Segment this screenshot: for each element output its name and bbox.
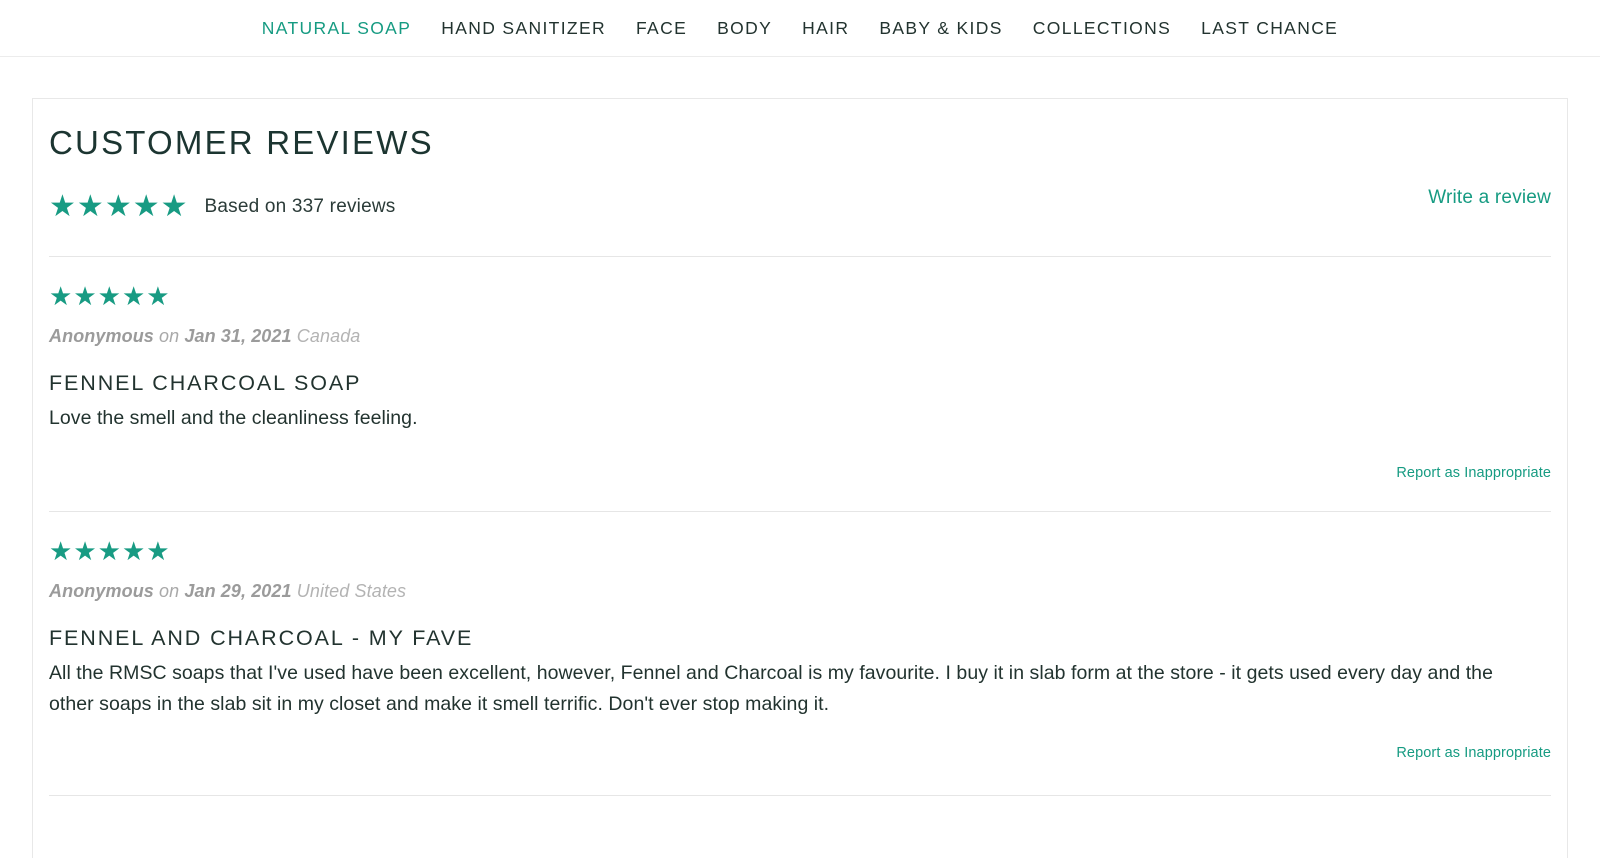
primary-navigation: NATURAL SOAP HAND SANITIZER FACE BODY HA…: [0, 0, 1600, 57]
review-star-rating: ★ ★ ★ ★ ★: [49, 512, 171, 564]
review-item: ★ ★ ★ ★ ★ Anonymous on Jan 31, 2021 Cana…: [33, 257, 1567, 511]
nav-item-body[interactable]: BODY: [717, 18, 772, 39]
review-location: Canada: [296, 326, 361, 347]
star-icon: ★: [73, 281, 98, 312]
star-icon: ★: [97, 536, 122, 567]
review-body: Love the smell and the cleanliness feeli…: [49, 407, 418, 430]
review-star-rating: ★ ★ ★ ★ ★: [49, 257, 171, 309]
star-icon: ★: [160, 190, 189, 224]
review-date: Jan 31, 2021: [184, 326, 292, 347]
write-a-review-button[interactable]: Write a review: [1428, 187, 1551, 209]
review-date: Jan 29, 2021: [184, 581, 292, 602]
review-title: FENNEL CHARCOAL SOAP: [49, 371, 362, 396]
review-count-text: Based on 337 reviews: [204, 196, 396, 218]
nav-item-natural-soap[interactable]: NATURAL SOAP: [262, 18, 411, 39]
review-meta: Anonymous on Jan 29, 2021 United States: [49, 581, 1551, 602]
star-icon: ★: [146, 536, 171, 567]
page-title: CUSTOMER REVIEWS: [49, 124, 434, 161]
review-location: United States: [296, 581, 407, 602]
star-icon: ★: [132, 190, 161, 224]
review-author: Anonymous: [49, 581, 154, 602]
review-title: FENNEL AND CHARCOAL - MY FAVE: [49, 626, 474, 651]
review-item: ★ ★ ★ ★ ★ Anonymous on Jan 29, 2021 Unit…: [33, 512, 1567, 795]
review-meta-connector: on: [159, 326, 180, 347]
star-icon: ★: [49, 281, 74, 312]
star-icon: ★: [121, 536, 147, 567]
report-as-inappropriate-link[interactable]: Report as Inappropriate: [49, 745, 1551, 761]
report-as-inappropriate-link[interactable]: Report as Inappropriate: [49, 465, 1551, 481]
star-icon: ★: [76, 190, 105, 224]
star-icon: ★: [121, 281, 147, 312]
review-meta-connector: on: [159, 581, 180, 602]
rating-summary: ★ ★ ★ ★ ★ Based on 337 reviews Write a r…: [33, 161, 1567, 229]
nav-item-hand-sanitizer[interactable]: HAND SANITIZER: [441, 18, 606, 39]
nav-item-hair[interactable]: HAIR: [802, 18, 849, 39]
review-meta: Anonymous on Jan 31, 2021 Canada: [49, 326, 1551, 347]
star-icon: ★: [104, 190, 133, 224]
nav-item-face[interactable]: FACE: [636, 18, 687, 39]
customer-reviews-section: CUSTOMER REVIEWS ★ ★ ★ ★ ★ Based on 337 …: [32, 98, 1568, 858]
review-author: Anonymous: [49, 326, 154, 347]
star-icon: ★: [49, 190, 77, 224]
nav-item-collections[interactable]: COLLECTIONS: [1033, 18, 1171, 39]
star-icon: ★: [49, 536, 74, 567]
nav-item-baby-and-kids[interactable]: BABY & KIDS: [879, 18, 1002, 39]
divider: [49, 795, 1551, 797]
nav-item-last-chance[interactable]: LAST CHANCE: [1201, 18, 1338, 39]
star-icon: ★: [146, 281, 171, 312]
star-icon: ★: [73, 536, 98, 567]
summary-star-rating: ★ ★ ★ ★ ★: [49, 192, 189, 222]
review-body: All the RMSC soaps that I've used have b…: [49, 662, 1493, 716]
star-icon: ★: [97, 281, 122, 312]
